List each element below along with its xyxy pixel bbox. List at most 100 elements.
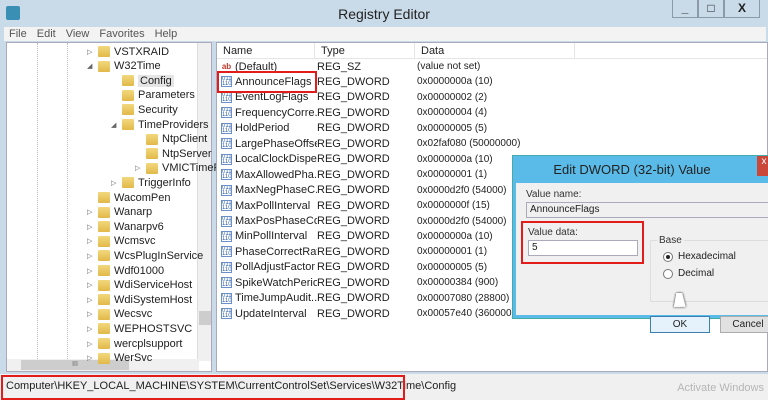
tree-node[interactable]: WacomPen (87, 190, 170, 205)
dialog-title: Edit DWORD (32-bit) Value (553, 162, 711, 177)
tree-node[interactable]: ▷ WcsPlugInService (87, 248, 203, 263)
folder-icon (98, 250, 110, 262)
tree-node[interactable]: ▷ Wecsvc (87, 307, 152, 322)
expand-icon[interactable]: ▷ (87, 48, 95, 56)
table-row[interactable]: 011 110 LargePhaseOffset REG_DWORD 0x02faf08… (221, 136, 617, 151)
expand-icon[interactable]: ▷ (111, 179, 119, 187)
hexadecimal-radio[interactable]: Hexadecimal (663, 251, 736, 262)
value-type: REG_DWORD (317, 307, 390, 320)
tree-node-label: NtpClient (162, 133, 208, 146)
folder-icon (98, 265, 110, 276)
menu-edit[interactable]: Edit (32, 27, 61, 41)
column-type[interactable]: Type (315, 43, 415, 58)
list-header: Name Type Data (217, 43, 767, 59)
value-name: MinPollInterval (235, 230, 308, 243)
tree-node-label: wercplsupport (114, 337, 183, 350)
tree-node[interactable]: ▷ VSTXRAID (87, 44, 169, 59)
title-bar: Registry Editor _ □ X (0, 0, 768, 28)
value-name: MaxPosPhaseCo... (235, 215, 317, 227)
cancel-button[interactable]: Cancel (720, 316, 768, 333)
maximize-button[interactable]: □ (698, 0, 724, 18)
tree-node-label: Wcmsvc (114, 235, 156, 248)
expand-icon[interactable]: ▷ (87, 208, 95, 216)
dword-value-icon: 011 110 (221, 246, 232, 258)
tree-node-label: VMICTimeP (162, 162, 221, 175)
tree-node[interactable]: ▷ VMICTimeP (135, 161, 221, 176)
close-button[interactable]: X (724, 0, 760, 18)
tree-node[interactable]: ▷ WdiSystemHost (87, 292, 192, 307)
value-type: REG_DWORD (317, 261, 390, 274)
value-type: REG_DWORD (317, 230, 390, 243)
dword-value-icon: 011 110 (221, 122, 232, 134)
tree-node-label: Wecsvc (114, 308, 153, 321)
value-type: REG_DWORD (317, 292, 390, 305)
tree-node[interactable]: ▷ Wdf01000 (87, 263, 164, 278)
dword-value-icon: 011 110 (221, 230, 232, 242)
tree-node[interactable]: ▷ TriggerInfo (111, 175, 191, 190)
scroll-thumb[interactable] (199, 311, 211, 325)
dword-value-icon: 011 110 (221, 169, 232, 181)
tree-node[interactable]: Parameters (111, 88, 195, 103)
tree-node-label: Security (138, 103, 178, 116)
tree-node[interactable]: ▷ wercplsupport (87, 336, 182, 351)
table-row[interactable]: 011 110 HoldPeriod REG_DWORD 0x00000005 (5) (221, 121, 617, 136)
tree-node[interactable]: NtpServer (135, 146, 212, 161)
expand-icon[interactable]: ▷ (135, 164, 143, 172)
value-type: REG_DWORD (317, 75, 390, 88)
tree-node[interactable]: NtpClient (135, 132, 207, 147)
expand-icon[interactable]: ▷ (87, 354, 95, 362)
value-name-label: Value name: (526, 189, 582, 200)
tree-node[interactable]: ◢ TimeProviders (111, 117, 209, 132)
value-name: PhaseCorrectRate (235, 245, 317, 258)
column-name[interactable]: Name (217, 43, 315, 58)
hex-label: Hexadecimal (678, 251, 736, 262)
value-type: REG_DWORD (317, 199, 390, 212)
tree-node[interactable]: ▷ Wanarpv6 (87, 219, 164, 234)
menu-help[interactable]: Help (150, 27, 183, 41)
column-data[interactable]: Data (415, 43, 575, 58)
expand-icon[interactable]: ◢ (111, 121, 119, 129)
dialog-close-button[interactable]: x (757, 156, 768, 176)
folder-icon (122, 104, 134, 116)
expand-icon[interactable]: ▷ (87, 340, 95, 348)
tree-node-label: WacomPen (114, 191, 171, 204)
expand-icon[interactable]: ◢ (87, 62, 95, 70)
tree-node-label: VSTXRAID (114, 45, 170, 58)
expand-icon[interactable]: ▷ (87, 325, 95, 333)
menu-view[interactable]: View (61, 27, 95, 41)
value-type: REG_DWORD (317, 153, 390, 166)
dword-value-icon: 011 110 (221, 308, 232, 320)
expand-icon[interactable]: ▷ (87, 267, 95, 275)
tree-vertical-scrollbar[interactable] (197, 43, 211, 361)
decimal-radio[interactable]: Decimal (663, 268, 714, 279)
tree-node-label: Parameters (138, 89, 195, 102)
menu-file[interactable]: File (4, 27, 32, 41)
dword-value-icon: 011 110 (221, 184, 232, 196)
menu-favorites[interactable]: Favorites (94, 27, 149, 41)
tree-node[interactable]: ◢ W32Time (87, 59, 161, 74)
tree-node[interactable]: Config (111, 73, 174, 88)
value-name: HoldPeriod (235, 122, 290, 135)
folder-icon (98, 308, 110, 320)
expand-icon[interactable]: ▷ (87, 237, 95, 245)
tree-node-label: WdiSystemHost (114, 293, 193, 306)
expand-icon[interactable]: ▷ (87, 296, 95, 304)
value-type: REG_DWORD (317, 245, 390, 258)
folder-icon (98, 192, 110, 203)
tree-node[interactable]: Security (111, 102, 178, 117)
expand-icon[interactable]: ▷ (87, 281, 95, 289)
ok-button[interactable]: OK (650, 316, 710, 333)
tree-node[interactable]: ▷ WdiServiceHost (87, 278, 192, 293)
table-row[interactable]: 011 110 FrequencyCorre... REG_DWORD 0x000000… (221, 105, 617, 120)
tree-node[interactable]: ▷ Wanarp (87, 205, 152, 220)
tree-node[interactable]: ▷ WEPHOSTSVC (87, 321, 192, 336)
minimize-button[interactable]: _ (672, 0, 698, 18)
folder-icon (146, 133, 158, 145)
folder-icon (146, 162, 158, 174)
tree-node[interactable]: ▷ Wcmsvc (87, 234, 156, 249)
expand-icon[interactable]: ▷ (87, 310, 95, 318)
expand-icon[interactable]: ▷ (87, 223, 95, 231)
registry-tree: III ▷ VSTXRAID ◢ W32Time Config Parameters Sec… (6, 42, 221, 372)
expand-icon[interactable]: ▷ (87, 252, 95, 260)
tree-node[interactable]: ▷ WerSvc (87, 351, 152, 366)
